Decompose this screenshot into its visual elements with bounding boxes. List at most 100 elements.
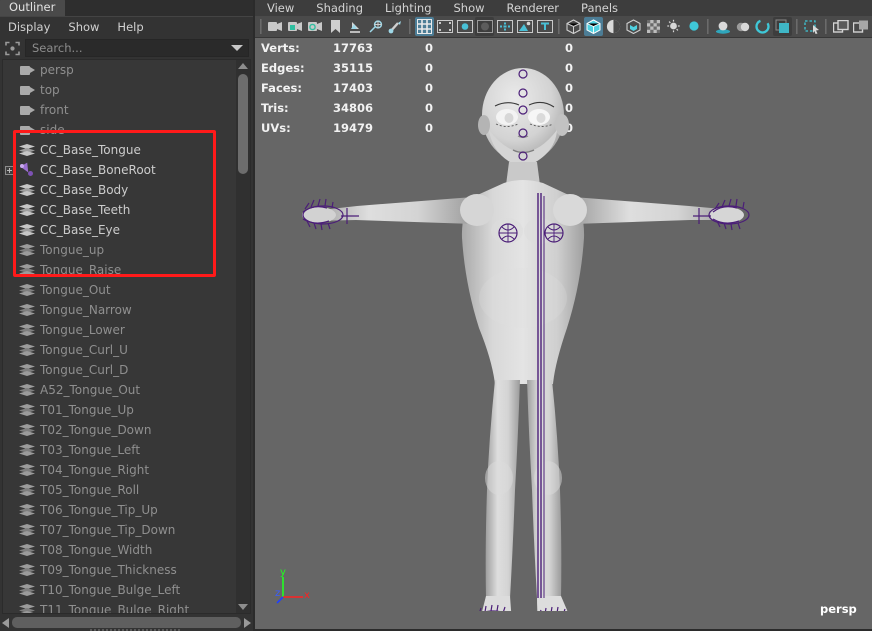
film-gate-icon[interactable] (435, 17, 454, 36)
outliner-item-t03_tongue_left[interactable]: T03_Tongue_Left (3, 440, 236, 460)
outliner-item-t06_tongue_tip_up[interactable]: T06_Tongue_Tip_Up (3, 500, 236, 520)
svg-text:y: y (280, 567, 286, 578)
outliner-item-tongue_up[interactable]: Tongue_up (3, 240, 236, 260)
horizontal-scroll-thumb[interactable] (12, 617, 241, 628)
mesh-icon (19, 244, 35, 256)
image-plane-icon[interactable] (346, 17, 365, 36)
menu-display[interactable]: Display (6, 19, 52, 35)
outliner-item-label: Tongue_Curl_D (40, 363, 129, 377)
camera-attributes-icon[interactable] (386, 17, 405, 36)
outliner-item-t08_tongue_width[interactable]: T08_Tongue_Width (3, 540, 236, 560)
outliner-item-side[interactable]: side (3, 120, 236, 140)
outliner-item-t05_tongue_roll[interactable]: T05_Tongue_Roll (3, 480, 236, 500)
outliner-item-a52_tongue_out[interactable]: A52_Tongue_Out (3, 380, 236, 400)
mesh-icon (19, 584, 35, 596)
scroll-left-arrow-icon[interactable] (2, 617, 9, 628)
outliner-item-tongue_raise[interactable]: Tongue_Raise (3, 260, 236, 280)
menu-help[interactable]: Help (115, 19, 145, 35)
bookmark-icon[interactable] (326, 17, 345, 36)
vertical-scroll-thumb[interactable] (238, 74, 248, 174)
menu-show[interactable]: Show (66, 19, 101, 35)
outliner-item-t07_tongue_tip_down[interactable]: T07_Tongue_Tip_Down (3, 520, 236, 540)
outliner-item-tongue_curl_u[interactable]: Tongue_Curl_U (3, 340, 236, 360)
motion-blur-icon[interactable] (733, 17, 752, 36)
outliner-item-tongue_out[interactable]: Tongue_Out (3, 280, 236, 300)
menu-lighting[interactable]: Lighting (385, 1, 431, 15)
axis-orientation-gizmo: y x z (275, 567, 315, 607)
outliner-item-persp[interactable]: persp (3, 60, 236, 80)
outliner-item-tongue_narrow[interactable]: Tongue_Narrow (3, 300, 236, 320)
mesh-icon (19, 544, 35, 556)
wireframe-icon[interactable] (564, 17, 583, 36)
mesh-icon (19, 604, 35, 613)
menu-renderer[interactable]: Renderer (507, 1, 560, 15)
outliner-item-top[interactable]: top (3, 80, 236, 100)
smooth-shade-icon[interactable] (584, 17, 603, 36)
menu-view[interactable]: View (267, 1, 294, 15)
chevron-down-icon[interactable] (231, 45, 243, 51)
camera-name-label: persp (820, 602, 857, 616)
scroll-right-arrow-icon[interactable] (244, 617, 251, 628)
camera-icon (19, 85, 35, 95)
mesh-icon (19, 444, 35, 456)
menu-shading[interactable]: Shading (316, 1, 363, 15)
outliner-item-tongue_curl_d[interactable]: Tongue_Curl_D (3, 360, 236, 380)
outliner-item-t01_tongue_up[interactable]: T01_Tongue_Up (3, 400, 236, 420)
outliner-item-t10_tongue_bulge_left[interactable]: T10_Tongue_Bulge_Left (3, 580, 236, 600)
character-model[interactable] (255, 38, 857, 611)
mesh-icon (19, 364, 35, 376)
anti-alias-icon[interactable] (753, 17, 772, 36)
camera-settings-icon[interactable] (306, 17, 325, 36)
panel-copy-icon[interactable] (831, 17, 850, 36)
isolate-select-icon[interactable] (802, 17, 821, 36)
camera-lock-icon[interactable] (286, 17, 305, 36)
outliner-panel: Outliner Display Show Help Search... per… (0, 0, 255, 631)
outliner-item-cc_base_boneroot[interactable]: CC_Base_BoneRoot (3, 160, 236, 180)
xray-joints-icon[interactable] (515, 17, 534, 36)
gate-mask-icon[interactable] (475, 17, 494, 36)
ambient-occlusion-icon[interactable] (713, 17, 732, 36)
shade-wireframe-icon[interactable] (604, 17, 623, 36)
mesh-icon (19, 184, 35, 196)
menu-show[interactable]: Show (454, 1, 485, 15)
bounding-box-icon[interactable] (624, 17, 643, 36)
scroll-down-arrow-icon[interactable] (238, 604, 248, 610)
resolution-gate-icon[interactable] (366, 17, 385, 36)
outliner-item-t02_tongue_down[interactable]: T02_Tongue_Down (3, 420, 236, 440)
resolution-gate-toggle-icon[interactable] (455, 17, 474, 36)
camera-icon[interactable] (266, 17, 285, 36)
outliner-item-t04_tongue_right[interactable]: T04_Tongue_Right (3, 460, 236, 480)
outliner-item-tongue_lower[interactable]: Tongue_Lower (3, 320, 236, 340)
outliner-item-t11_tongue_bulge_right[interactable]: T11_Tongue_Bulge_Right (3, 600, 236, 613)
outliner-item-label: T08_Tongue_Width (40, 543, 153, 557)
selection-highlight-icon[interactable] (495, 17, 514, 36)
viewport-canvas[interactable]: Verts: 17763 0 0 Edges: 35115 0 0 Faces: 17403 0 0 T… (255, 38, 872, 631)
menu-panels[interactable]: Panels (581, 1, 618, 15)
outliner-item-label: CC_Base_Tongue (40, 143, 141, 157)
outliner-item-cc_base_tongue[interactable]: CC_Base_Tongue (3, 140, 236, 160)
tab-outliner[interactable]: Outliner (0, 0, 66, 16)
outliner-item-label: side (40, 123, 65, 137)
lights-icon[interactable] (664, 17, 683, 36)
outliner-item-t09_tongue_thickness[interactable]: T09_Tongue_Thickness (3, 560, 236, 580)
search-input[interactable]: Search... (25, 39, 249, 57)
mesh-icon (19, 464, 35, 476)
grid-icon[interactable] (415, 17, 434, 36)
outliner-item-cc_base_teeth[interactable]: CC_Base_Teeth (3, 200, 236, 220)
scroll-up-arrow-icon[interactable] (238, 63, 248, 69)
toolbar-separator (707, 19, 709, 34)
text-display-icon[interactable] (535, 17, 554, 36)
outliner-item-cc_base_eye[interactable]: CC_Base_Eye (3, 220, 236, 240)
outliner-item-label: T10_Tongue_Bulge_Left (40, 583, 181, 597)
expand-toggle-icon[interactable] (3, 160, 16, 180)
outliner-item-cc_base_body[interactable]: CC_Base_Body (3, 180, 236, 200)
outliner-tree[interactable]: persp top front side CC_Base_Tongue CC_Base_B… (3, 60, 236, 613)
viewport-effects-icon[interactable] (773, 17, 792, 36)
textured-icon[interactable] (644, 17, 663, 36)
selection-marquee-icon[interactable] (2, 40, 22, 57)
outliner-vertical-scrollbar[interactable] (236, 60, 250, 613)
outliner-horizontal-scrollbar[interactable] (0, 614, 253, 631)
outliner-item-front[interactable]: front (3, 100, 236, 120)
panel-tearoff-icon[interactable] (851, 17, 870, 36)
shadows-icon[interactable] (684, 17, 703, 36)
